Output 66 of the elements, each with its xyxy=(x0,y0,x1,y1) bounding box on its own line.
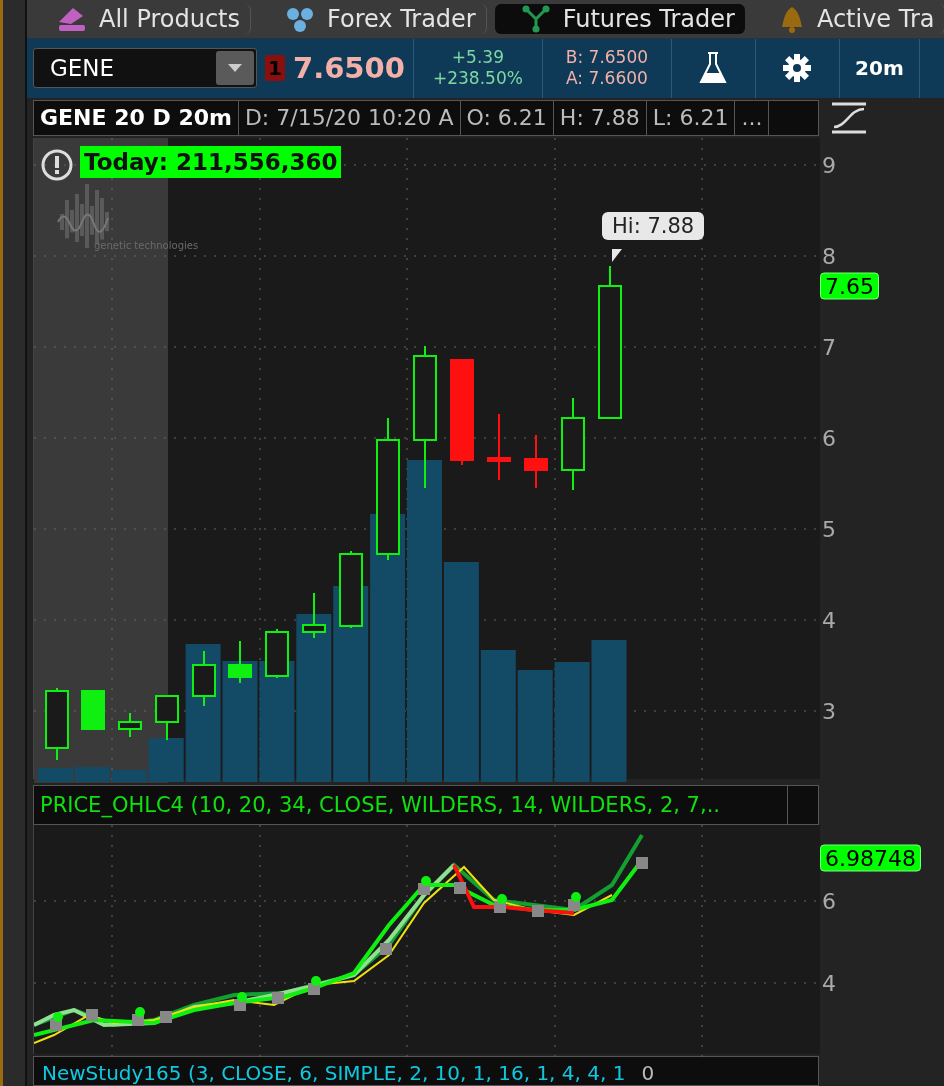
app-tab[interactable]: All Products xyxy=(31,3,251,34)
square-marker xyxy=(454,881,466,894)
dot-marker xyxy=(421,875,431,886)
curve-icon xyxy=(830,100,868,135)
last-price-label: 7.65 xyxy=(820,272,879,300)
study-value: 0 xyxy=(640,1061,656,1085)
chart-info-field: D: 7/15/20 10:20 A xyxy=(238,100,461,135)
axis-tick-label: 6 xyxy=(822,425,836,451)
volume-label: Today: 211,556,360 xyxy=(80,145,342,178)
settings-icon xyxy=(782,53,813,84)
eraser-icon xyxy=(57,5,87,32)
percent-change: +238.50% xyxy=(432,68,523,90)
tab-label: Forex Trader xyxy=(327,4,476,33)
square-marker xyxy=(636,856,648,869)
chart-title: GENE 20 D 20m xyxy=(34,100,239,135)
flask-icon xyxy=(698,51,729,86)
app-tab[interactable]: Forex Trader xyxy=(259,3,487,34)
axis-tick-label: 5 xyxy=(822,516,836,542)
axis-tick-label: 8 xyxy=(822,243,836,269)
tab-label: Active Tra xyxy=(816,4,935,33)
tab-label: Futures Trader xyxy=(562,4,735,33)
chart-info-field: L: 6.21 xyxy=(646,100,736,135)
alert-icon xyxy=(40,147,74,182)
bid-price: B: 7.6500 xyxy=(565,47,649,69)
candlestick xyxy=(118,711,142,738)
caret-icon xyxy=(228,64,242,73)
dot-marker xyxy=(135,1006,145,1017)
chart-info-field: H: 7.88 xyxy=(553,100,647,135)
axis-tick-label: 4 xyxy=(822,607,836,633)
tab-label: All Products xyxy=(99,4,240,33)
dot-marker xyxy=(53,1011,63,1022)
bubble-pointer xyxy=(612,248,622,262)
study-title: NewStudy165 (3, CLOSE, 6, SIMPLE, 2, 10, 1, 16, 1, 4, 4, 1 xyxy=(41,1061,627,1085)
study-value-label: 6.98748 xyxy=(820,844,921,872)
chart-info-field: O: 6.21 xyxy=(460,100,554,135)
candlestick xyxy=(81,689,105,730)
axis-tick-label: 4 xyxy=(822,970,836,996)
candlestick xyxy=(487,412,511,481)
symbol-field[interactable]: GENE xyxy=(33,48,257,89)
axis-tick-label: 3 xyxy=(822,698,836,724)
ask-price: A: 7.6600 xyxy=(565,68,648,90)
dot-marker xyxy=(237,991,247,1002)
high-price-bubble: Hi: 7.88 xyxy=(602,211,705,240)
square-marker xyxy=(86,1008,98,1021)
candlestick xyxy=(265,627,289,679)
network-icon xyxy=(520,4,551,33)
candlestick xyxy=(302,591,326,639)
axis-tick-label: 9 xyxy=(822,152,836,178)
candlestick xyxy=(192,649,216,707)
axis-tick-label: 7 xyxy=(822,334,836,360)
chart-info-field: ... xyxy=(735,100,770,135)
dots-icon xyxy=(285,5,315,32)
app-tab[interactable]: Active Tra xyxy=(752,3,944,34)
square-marker xyxy=(160,1010,172,1023)
candlestick xyxy=(228,639,252,684)
study-title: PRICE_OHLC4 (10, 20, 34, CLOSE, WILDERS, 14, WILDERS, 2, 7,.. xyxy=(34,786,788,824)
candlestick xyxy=(524,433,548,489)
dot-marker xyxy=(497,893,507,904)
candlestick xyxy=(155,694,179,741)
axis-tick-label: 6 xyxy=(822,888,836,914)
app-tab[interactable]: Futures Trader xyxy=(494,3,745,34)
net-change: +5.39 xyxy=(451,47,504,69)
dot-marker xyxy=(571,891,581,902)
last-price: 7.6500 xyxy=(292,51,405,86)
dot-marker xyxy=(311,975,321,986)
dropdown-button[interactable] xyxy=(216,51,254,86)
